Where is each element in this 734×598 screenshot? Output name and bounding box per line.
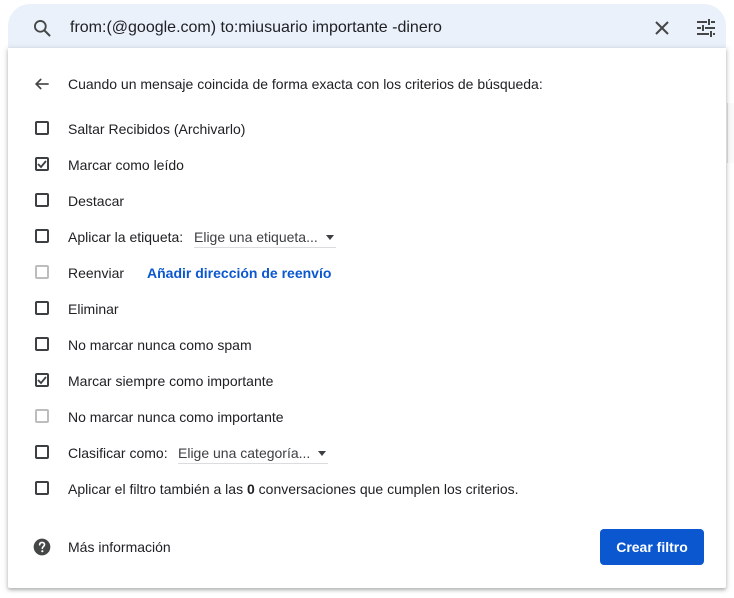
filter-option-row: Marcar siempre como importante — [8, 362, 708, 398]
filter-option-checkbox[interactable] — [35, 337, 49, 351]
search-icon[interactable] — [32, 18, 52, 38]
filter-panel: Cuando un mensaje coincida de forma exac… — [8, 48, 726, 588]
tune-icon[interactable] — [694, 16, 718, 40]
search-bar[interactable]: from:(@google.com) to:miusuario importan… — [8, 4, 726, 48]
filter-option-row: Aplicar la etiqueta: Elige una etiqueta..… — [8, 218, 708, 254]
filter-option-row: Aplicar el filtro también a las 0 conver… — [8, 470, 708, 506]
filter-option-checkbox — [35, 409, 49, 423]
filter-option-label: Clasificar como: — [68, 445, 168, 461]
filter-option-row: No marcar nunca como spam — [8, 326, 708, 362]
filter-option-row: Eliminar — [8, 290, 708, 326]
background-list-edge — [727, 103, 734, 163]
label-select-dropdown[interactable]: Elige una etiqueta... — [194, 229, 336, 248]
caret-down-icon — [318, 451, 327, 456]
filter-header: Cuando un mensaje coincida de forma exac… — [68, 76, 543, 92]
arrow-back-icon[interactable] — [32, 74, 52, 94]
more-info-link[interactable]: Más información — [68, 539, 171, 555]
filter-option-checkbox[interactable] — [35, 229, 49, 243]
caret-down-icon — [325, 235, 334, 240]
filter-option-checkbox[interactable] — [35, 301, 49, 315]
help-icon[interactable] — [32, 537, 52, 557]
conversation-count: 0 — [246, 481, 255, 497]
category-select-dropdown[interactable]: Elige una categoría... — [178, 445, 329, 464]
filter-option-row: Marcar como leído — [8, 146, 708, 182]
close-icon[interactable] — [650, 16, 674, 40]
filter-option-label: No marcar nunca como importante — [68, 409, 284, 425]
filter-option-label: Destacar — [68, 193, 125, 209]
filter-option-label: Marcar siempre como importante — [68, 373, 274, 389]
filter-option-row: Destacar — [8, 182, 708, 218]
filter-option-checkbox[interactable] — [35, 373, 49, 387]
filter-option-label: Marcar como leído — [68, 157, 184, 173]
dropdown-value: Elige una etiqueta... — [194, 229, 318, 245]
filter-option-row: Saltar Recibidos (Archivarlo) — [8, 110, 708, 146]
filter-option-row: Reenviar Añadir dirección de reenvío — [8, 254, 708, 290]
create-filter-button[interactable]: Crear filtro — [600, 529, 704, 565]
checkmark-icon — [37, 160, 47, 169]
filter-option-label: Eliminar — [68, 301, 119, 317]
dropdown-value: Elige una categoría... — [178, 445, 311, 461]
filter-option-row: No marcar nunca como importante — [8, 398, 708, 434]
checkmark-icon — [37, 376, 47, 385]
filter-option-checkbox[interactable] — [35, 481, 49, 495]
filter-option-checkbox[interactable] — [35, 121, 49, 135]
filter-option-label: Aplicar el filtro también a las 0 conver… — [68, 481, 519, 497]
filter-option-label: Aplicar la etiqueta: — [68, 229, 184, 245]
add-forwarding-address-link[interactable]: Añadir dirección de reenvío — [147, 265, 331, 281]
filter-option-checkbox[interactable] — [35, 157, 49, 171]
filter-option-label: Reenviar — [68, 265, 125, 281]
filter-option-checkbox[interactable] — [35, 445, 49, 459]
filter-option-row: Clasificar como: Elige una categoría... — [8, 434, 708, 470]
search-query-input[interactable]: from:(@google.com) to:miusuario importan… — [70, 19, 442, 37]
filter-option-label-text: Aplicar el filtro también a las — [68, 481, 247, 497]
filter-option-checkbox[interactable] — [35, 193, 49, 207]
filter-option-label: Saltar Recibidos (Archivarlo) — [68, 121, 246, 137]
filter-option-label-text: conversaciones que cumplen los criterios… — [254, 481, 519, 497]
filter-option-label: No marcar nunca como spam — [68, 337, 252, 353]
filter-option-checkbox — [35, 265, 49, 279]
